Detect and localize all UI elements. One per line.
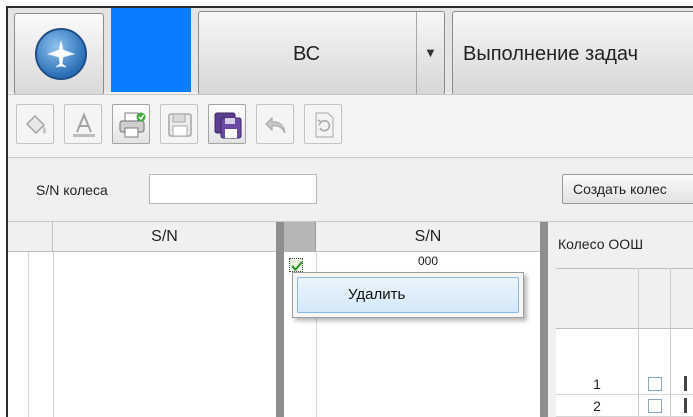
grid-divider — [53, 252, 54, 417]
aircraft-type-value: ВС — [292, 43, 321, 65]
top-navigation-bar: ВС ▼ Выполнение задач — [8, 8, 693, 97]
truncated-cell — [684, 376, 687, 391]
grid-header — [556, 269, 693, 329]
row-header-cell — [28, 222, 53, 252]
refresh-document-button[interactable] — [304, 104, 342, 144]
app-window: ВС ▼ Выполнение задач S/N колеса Создать… — [6, 6, 693, 417]
grid-header: S/N — [8, 222, 276, 252]
grid-divider — [28, 252, 29, 417]
row-checkbox[interactable] — [648, 399, 662, 413]
status-color-indicator — [111, 8, 191, 92]
home-button[interactable] — [14, 13, 104, 95]
print-icon — [119, 112, 146, 138]
wheel-list-grid[interactable]: S/N — [8, 222, 276, 417]
menu-item-label: Удалить — [348, 286, 406, 303]
table-row[interactable]: 2 — [556, 395, 693, 417]
grid-header: S/N — [284, 222, 540, 252]
row-number: 1 — [593, 376, 601, 392]
table-row[interactable]: 1 — [556, 373, 693, 395]
save-icon — [168, 113, 192, 137]
paint-bucket-button[interactable] — [16, 104, 54, 144]
row-checkbox[interactable] — [648, 377, 662, 391]
create-wheel-label: Создать колес — [573, 181, 667, 197]
splitter-handle[interactable] — [276, 222, 284, 417]
table-cell-sn[interactable]: 000 — [316, 254, 540, 268]
airplane-logo-icon — [35, 28, 87, 80]
save-button[interactable] — [160, 104, 198, 144]
text-format-button[interactable] — [64, 104, 102, 144]
menu-item-delete[interactable]: Удалить — [297, 277, 519, 313]
truncated-cell — [684, 398, 687, 413]
panel-title: Колесо ООШ — [558, 236, 644, 252]
save-all-icon — [214, 112, 242, 139]
undo-icon — [265, 116, 286, 134]
paint-bucket-icon — [25, 114, 47, 135]
undo-button[interactable] — [256, 104, 294, 144]
column-header-sn[interactable]: S/N — [53, 222, 276, 252]
column-header-sn[interactable]: S/N — [316, 222, 540, 252]
row-checkbox[interactable] — [289, 258, 303, 272]
task-execution-button[interactable]: Выполнение задач — [452, 11, 693, 97]
splitter-handle[interactable] — [540, 222, 548, 417]
task-execution-label: Выполнение задач — [463, 43, 639, 65]
row-number: 2 — [593, 398, 601, 414]
details-grid[interactable]: 1 2 — [556, 268, 693, 417]
filter-bar: S/N колеса Создать колес — [8, 158, 693, 222]
print-button[interactable] — [112, 104, 150, 144]
sn-filter-label: S/N колеса — [36, 182, 108, 198]
chevron-down-icon[interactable]: ▼ — [416, 12, 444, 96]
text-format-icon — [73, 112, 95, 137]
aircraft-type-select[interactable]: ВС ▼ — [198, 11, 445, 97]
save-all-button[interactable] — [208, 104, 246, 144]
toolbar — [8, 94, 693, 158]
checkmark-icon — [291, 261, 303, 271]
sn-filter-input[interactable] — [149, 174, 317, 204]
refresh-document-icon — [315, 112, 334, 138]
create-wheel-button[interactable]: Создать колес — [562, 174, 693, 204]
wheel-details-panel: Колесо ООШ 1 2 — [548, 222, 693, 417]
select-all-cell[interactable] — [284, 222, 316, 252]
selected-wheels-grid[interactable]: S/N 000 — [284, 222, 540, 417]
context-menu: Удалить — [292, 272, 524, 318]
